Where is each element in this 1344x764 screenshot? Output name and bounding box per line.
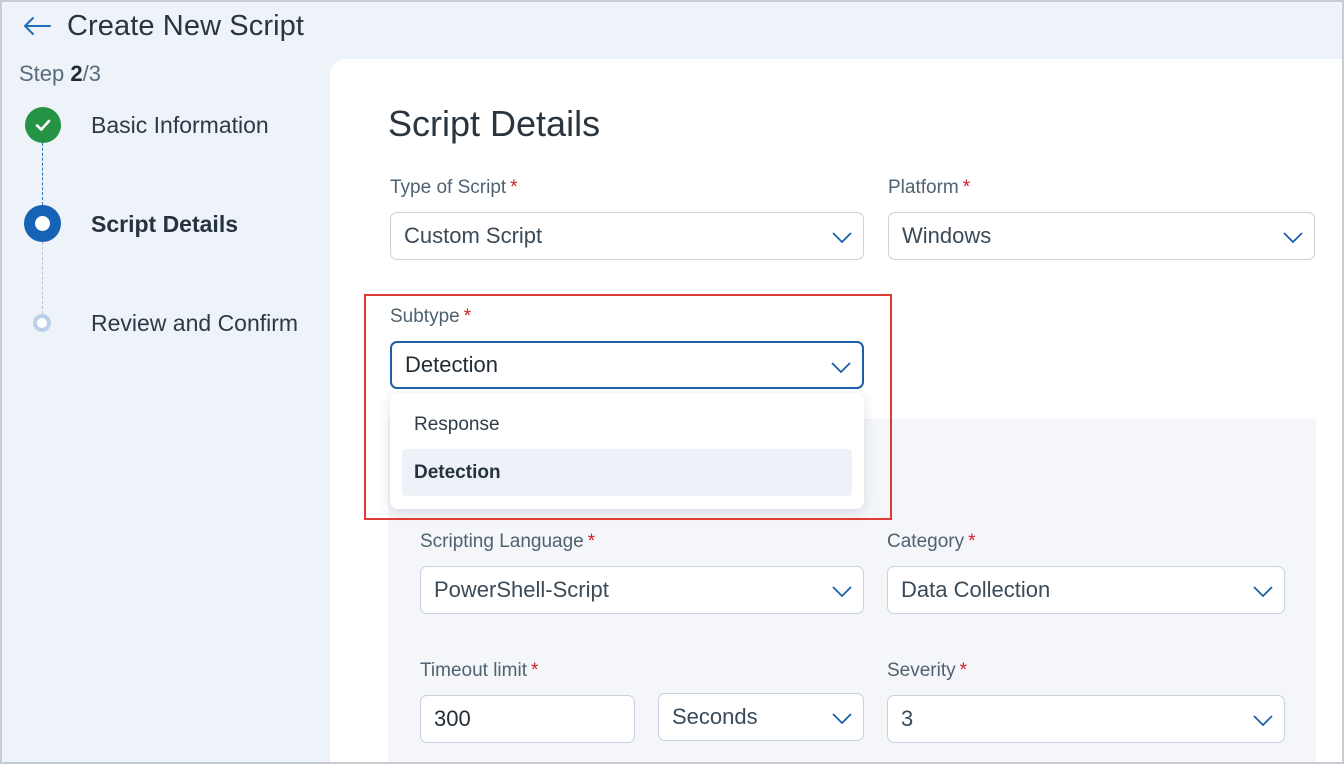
step-connector [42,242,43,314]
timeout-limit-label: Timeout limit * [420,660,538,682]
platform-select[interactable]: Windows [888,212,1315,260]
subtype-label-text: Subtype [390,306,460,327]
scripting-language-label-text: Scripting Language [420,531,584,552]
type-of-script-select[interactable]: Custom Script [390,212,864,260]
chevron-down-icon [1253,715,1273,727]
type-of-script-value: Custom Script [404,223,543,248]
required-marker: * [959,660,968,681]
severity-label: Severity * [887,660,967,682]
step-completed-icon [25,107,61,143]
checkmark-icon [35,119,51,131]
category-value: Data Collection [901,577,1051,602]
type-of-script-label: Type of Script * [390,177,518,199]
required-marker: * [530,660,539,681]
type-of-script-label-text: Type of Script [390,177,507,198]
section-title: Script Details [388,103,601,144]
step-current: 2 [70,61,83,86]
step-basic-information[interactable]: Basic Information [91,112,269,139]
timeout-unit-value: Seconds [672,704,758,729]
subtype-select[interactable]: Detection [390,341,864,389]
step-counter: Step 2/3 [19,61,101,87]
platform-label: Platform * [888,177,970,199]
header: Create New Script [22,8,304,44]
required-marker: * [587,531,596,552]
chevron-down-icon [1283,232,1303,244]
category-label-text: Category [887,531,965,552]
chevron-down-icon [831,362,851,374]
scripting-language-label: Scripting Language * [420,531,595,553]
chevron-down-icon [832,586,852,598]
timeout-unit-select[interactable]: Seconds [658,693,864,741]
platform-value: Windows [902,223,992,248]
required-marker: * [510,177,518,198]
step-pending-icon [33,314,51,332]
step-counter-prefix: Step [19,61,71,86]
step-connector [42,143,43,205]
scripting-language-value: PowerShell-Script [434,577,609,602]
content-panel: Script Details Type of Script * Custom Sc… [330,59,1342,764]
severity-select[interactable]: 3 [887,695,1285,743]
required-marker: * [463,306,472,327]
step-total: /3 [82,61,101,86]
category-select[interactable]: Data Collection [887,566,1285,614]
chevron-down-icon [832,713,852,725]
subtype-label: Subtype * [390,306,471,328]
step-script-details[interactable]: Script Details [91,211,238,238]
required-marker: * [962,177,971,198]
timeout-limit-label-text: Timeout limit [420,660,527,681]
step-review-and-confirm[interactable]: Review and Confirm [91,310,298,337]
category-label: Category * [887,531,976,553]
back-button[interactable] [22,11,54,41]
step-active-icon [24,205,61,242]
stepper: Basic Information Script Details Review … [0,100,330,360]
chevron-down-icon [832,232,852,244]
subtype-value: Detection [405,352,498,377]
platform-label-text: Platform [888,177,959,198]
severity-value: 3 [901,706,914,731]
page-title: Create New Script [67,9,304,42]
required-marker: * [968,531,976,552]
timeout-limit-input[interactable]: 300 [420,695,635,743]
arrow-left-icon [24,17,51,35]
chevron-down-icon [1253,586,1273,598]
severity-label-text: Severity [887,660,956,681]
scripting-language-select[interactable]: PowerShell-Script [420,566,864,614]
